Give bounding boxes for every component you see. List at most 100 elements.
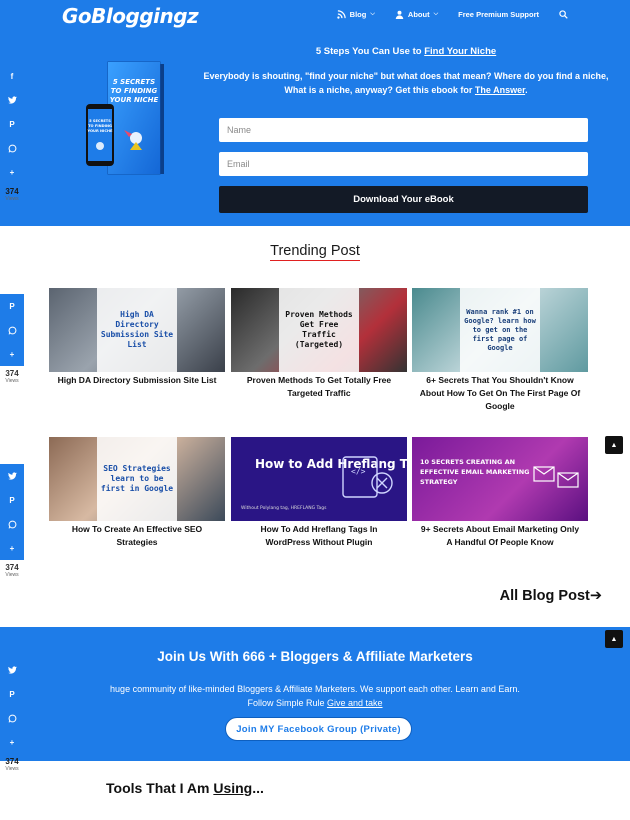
post-title[interactable]: How To Add Hreflang Tags In WordPress Wi… bbox=[231, 523, 407, 549]
pinterest-share-button[interactable]: P bbox=[0, 682, 24, 706]
post-card[interactable]: How to Add Hreflang Tags in WordPress </… bbox=[231, 437, 407, 549]
nav-search[interactable] bbox=[559, 10, 568, 19]
post-title[interactable]: 9+ Secrets About Email Marketing Only A … bbox=[412, 523, 588, 549]
thumbnail-overlay: SEO Strategies learn to be first in Goog… bbox=[97, 437, 177, 521]
pinterest-share-button[interactable]: P bbox=[0, 112, 24, 136]
chevron-down-icon: ⌵ bbox=[433, 11, 439, 17]
find-niche-link[interactable]: Find Your Niche bbox=[424, 46, 496, 57]
svg-text:5 SECRETS: 5 SECRETS bbox=[113, 78, 155, 86]
whatsapp-icon bbox=[8, 326, 16, 335]
name-input[interactable] bbox=[219, 118, 588, 142]
share-count: 374 bbox=[5, 563, 19, 572]
svg-text:YOUR NICHE: YOUR NICHE bbox=[87, 129, 113, 133]
twitter-share-button[interactable] bbox=[0, 88, 24, 112]
thumbnail-overlay: Proven Methods Get Free Traffic (Targete… bbox=[279, 288, 359, 372]
post-thumbnail[interactable]: 10 SECRETS CREATING AN EFFECTIVE EMAIL M… bbox=[412, 437, 588, 521]
post-card[interactable]: 10 SECRETS CREATING AN EFFECTIVE EMAIL M… bbox=[412, 437, 588, 549]
facebook-share-button[interactable]: f bbox=[0, 64, 24, 88]
share-count: 374 bbox=[5, 187, 19, 196]
search-icon bbox=[559, 10, 568, 19]
main-nav: Blog ⌵ About ⌵ Free Premium Support bbox=[336, 10, 568, 19]
more-share-button[interactable]: + bbox=[0, 342, 24, 366]
hero-description: Everybody is shouting, "find your niche"… bbox=[203, 71, 609, 95]
ebook-cover-image: 5 SECRETS TO FINDING YOUR NICHE 5 SECRET… bbox=[86, 61, 164, 175]
twitter-share-button[interactable] bbox=[0, 658, 24, 682]
post-title[interactable]: High DA Directory Submission Site List bbox=[49, 374, 225, 387]
chevron-up-icon: ▲ bbox=[610, 441, 618, 449]
post-card[interactable]: SEO Strategies learn to be first in Goog… bbox=[49, 437, 225, 549]
nav-blog[interactable]: Blog ⌵ bbox=[336, 10, 375, 19]
share-count: 374 bbox=[5, 757, 19, 766]
join-description: huge community of like-minded Bloggers &… bbox=[0, 682, 630, 710]
thumbnail-overlay: High DA Directory Submission Site List bbox=[97, 288, 177, 372]
post-card[interactable]: High DA Directory Submission Site List H… bbox=[49, 288, 225, 387]
post-card[interactable]: Wanna rank #1 on Google? learn how to ge… bbox=[412, 288, 588, 413]
join-title: Join Us With 666 + Bloggers & Affiliate … bbox=[157, 649, 473, 664]
hero-text: 5 Steps You Can Use to Find Your Niche E… bbox=[196, 46, 616, 97]
more-share-button[interactable]: + bbox=[0, 730, 24, 754]
email-input[interactable] bbox=[219, 152, 588, 176]
all-blog-post-link[interactable]: All Blog Post➔ bbox=[500, 588, 602, 604]
nav-support-label: Free Premium Support bbox=[458, 10, 539, 19]
views-label: Views bbox=[5, 572, 19, 578]
whatsapp-share-button[interactable] bbox=[0, 512, 24, 536]
give-and-take-link[interactable]: Give and take bbox=[327, 698, 383, 708]
pinterest-icon: P bbox=[9, 689, 15, 699]
chevron-down-icon: ⌵ bbox=[370, 11, 375, 17]
post-card[interactable]: Proven Methods Get Free Traffic (Targete… bbox=[231, 288, 407, 400]
post-thumbnail[interactable]: Proven Methods Get Free Traffic (Targete… bbox=[231, 288, 407, 372]
nav-about-label: About bbox=[407, 10, 430, 19]
rss-icon bbox=[336, 10, 346, 19]
post-thumbnail[interactable]: How to Add Hreflang Tags in WordPress </… bbox=[231, 437, 407, 521]
email-marketing-overlay: 10 SECRETS CREATING AN EFFECTIVE EMAIL M… bbox=[420, 458, 530, 486]
scroll-top-button[interactable]: ▲ bbox=[605, 436, 623, 454]
plus-icon: + bbox=[9, 167, 15, 177]
join-facebook-group-button[interactable]: Join MY Facebook Group (Private) bbox=[225, 717, 412, 741]
tools-title: Tools That I Am Using... bbox=[106, 780, 264, 796]
whatsapp-icon bbox=[8, 520, 16, 529]
scroll-top-button[interactable]: ▲ bbox=[605, 630, 623, 648]
more-share-button[interactable]: + bbox=[0, 160, 24, 184]
envelope-icon bbox=[533, 466, 579, 488]
trending-title: Trending Post bbox=[270, 243, 360, 261]
views-label: Views bbox=[5, 196, 19, 202]
join-section: Join Us With 666 + Bloggers & Affiliate … bbox=[0, 627, 630, 761]
post-thumbnail[interactable]: Wanna rank #1 on Google? learn how to ge… bbox=[412, 288, 588, 372]
hero-section: GoBloggingz Blog ⌵ About ⌵ Free Premium … bbox=[0, 0, 630, 226]
using-link[interactable]: Using bbox=[213, 780, 252, 796]
the-answer-link[interactable]: The Answer bbox=[475, 85, 525, 95]
views-label: Views bbox=[5, 766, 19, 772]
share-bar: P + 374 Views bbox=[0, 294, 24, 384]
post-thumbnail[interactable]: High DA Directory Submission Site List bbox=[49, 288, 225, 372]
download-ebook-button[interactable]: Download Your eBook bbox=[219, 186, 588, 213]
pinterest-share-button[interactable]: P bbox=[0, 294, 24, 318]
join-desc-line1: huge community of like-minded Bloggers &… bbox=[110, 684, 520, 694]
post-title[interactable]: Proven Methods To Get Totally Free Targe… bbox=[231, 374, 407, 400]
plus-icon: + bbox=[9, 349, 15, 359]
thumbnail-overlay: Wanna rank #1 on Google? learn how to ge… bbox=[460, 288, 540, 372]
plus-icon: + bbox=[9, 543, 15, 553]
whatsapp-share-button[interactable] bbox=[0, 318, 24, 342]
whatsapp-share-button[interactable] bbox=[0, 706, 24, 730]
nav-free-support[interactable]: Free Premium Support bbox=[458, 10, 539, 19]
plus-icon: + bbox=[9, 737, 15, 747]
pinterest-share-button[interactable]: P bbox=[0, 488, 24, 512]
join-desc-line2: Follow Simple Rule Give and take bbox=[247, 698, 383, 708]
more-share-button[interactable]: + bbox=[0, 536, 24, 560]
nav-blog-label: Blog bbox=[349, 10, 367, 19]
pinterest-icon: P bbox=[9, 301, 15, 311]
twitter-icon bbox=[7, 96, 17, 104]
whatsapp-icon bbox=[8, 144, 16, 153]
post-thumbnail[interactable]: SEO Strategies learn to be first in Goog… bbox=[49, 437, 225, 521]
svg-text:5 SECRETS: 5 SECRETS bbox=[89, 119, 111, 123]
hreflang-overlay-text: How to Add Hreflang Tags in WordPress bbox=[255, 457, 407, 471]
svg-text:YOUR NICHE: YOUR NICHE bbox=[110, 96, 159, 104]
share-bar: f P + 374 Views bbox=[0, 64, 24, 203]
share-bar: P + 374 Views bbox=[0, 464, 24, 578]
post-title[interactable]: How To Create An Effective SEO Strategie… bbox=[49, 523, 225, 549]
nav-about[interactable]: About ⌵ bbox=[395, 10, 438, 19]
post-title[interactable]: 6+ Secrets That You Shouldn't Know About… bbox=[412, 374, 588, 413]
twitter-share-button[interactable] bbox=[0, 464, 24, 488]
whatsapp-share-button[interactable] bbox=[0, 136, 24, 160]
site-logo[interactable]: GoBloggingz bbox=[62, 4, 199, 28]
